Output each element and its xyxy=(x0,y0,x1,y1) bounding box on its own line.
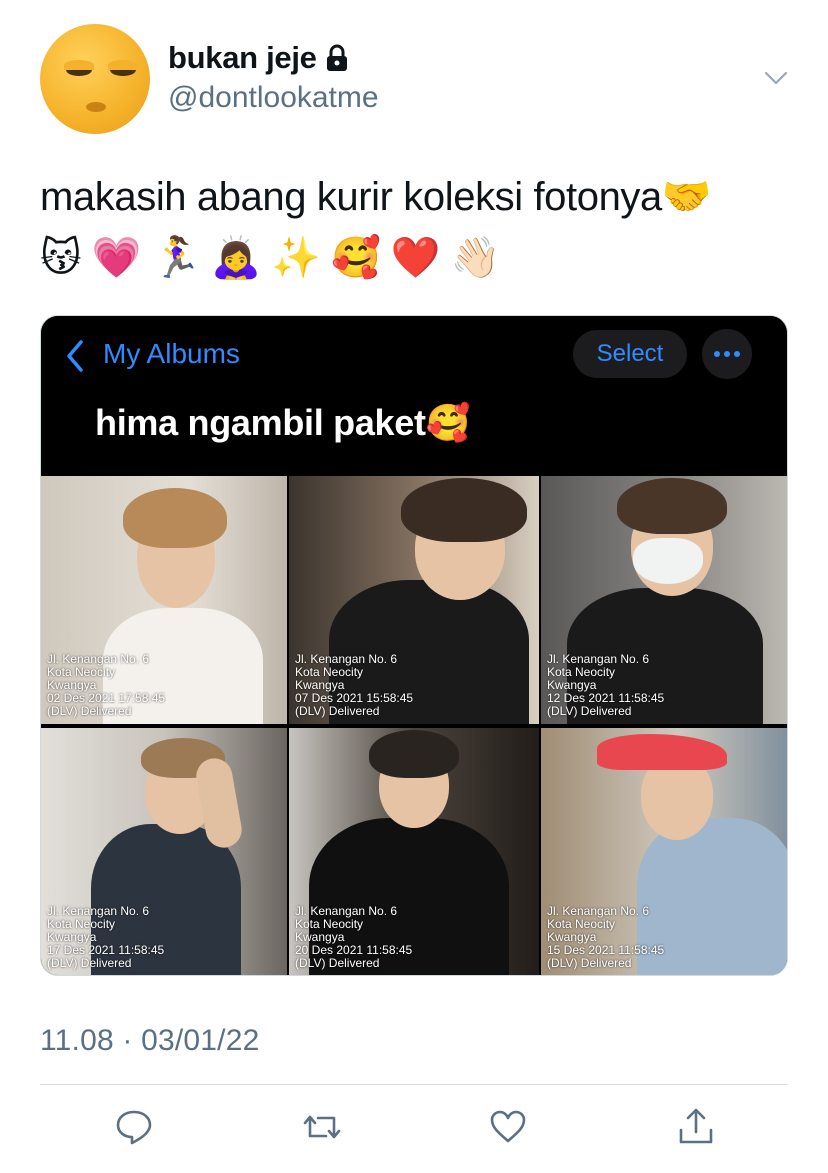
photo-grid: Jl. Kenangan No. 6 Kota Neocity Kwangya 02 … xyxy=(41,476,787,975)
person-hair xyxy=(401,478,527,542)
share-icon[interactable] xyxy=(676,1106,716,1148)
photo-caption: Jl. Kenangan No. 6 Kota Neocity Kwangya 15 … xyxy=(547,904,665,970)
avatar[interactable] xyxy=(40,24,150,134)
photo-caption: Jl. Kenangan No. 6 Kota Neocity Kwangya 02 … xyxy=(47,652,166,718)
photo-thumbnail[interactable]: Jl. Kenangan No. 6 Kota Neocity Kwangya 02 … xyxy=(41,476,287,724)
emoji: 🙇‍♀️ xyxy=(211,236,262,280)
tweet-timestamp[interactable]: 11.08 · 03/01/22 xyxy=(40,1024,259,1058)
photo-thumbnail[interactable]: Jl. Kenangan No. 6 Kota Neocity Kwangya 15 … xyxy=(541,728,787,975)
emoji: 😽 xyxy=(40,236,82,280)
select-button[interactable]: Select xyxy=(573,330,687,378)
chevron-down-icon[interactable] xyxy=(762,66,790,90)
emoji: 🥰 xyxy=(330,236,381,280)
avatar-mouth xyxy=(86,102,106,112)
display-name-row[interactable]: bukan jeje xyxy=(168,40,349,76)
emoji: 👋🏻 xyxy=(450,236,501,280)
photo-caption: Jl. Kenangan No. 6 Kota Neocity Kwangya 20 … xyxy=(295,904,413,970)
person-hair xyxy=(369,730,459,778)
divider xyxy=(40,1084,788,1085)
face-mask xyxy=(633,538,703,584)
lock-icon xyxy=(326,44,347,71)
album-back-link[interactable]: My Albums xyxy=(103,338,240,370)
user-handle[interactable]: @dontlookatme xyxy=(168,81,379,115)
photo-thumbnail[interactable]: Jl. Kenangan No. 6 Kota Neocity Kwangya 07 … xyxy=(289,476,539,724)
tweet-text: makasih abang kurir koleksi fotonya🤝 xyxy=(40,175,712,219)
photo-thumbnail[interactable]: Jl. Kenangan No. 6 Kota Neocity Kwangya 20 … xyxy=(289,728,539,975)
emoji-line: 😽 💗 🏃‍♀️ 🙇‍♀️ ✨ 🥰 ❤️ 👋🏻 xyxy=(40,232,500,284)
photo-caption: Jl. Kenangan No. 6 Kota Neocity Kwangya 17 … xyxy=(47,904,165,970)
ellipsis-icon[interactable] xyxy=(702,329,752,379)
emoji: 💗 xyxy=(91,236,142,280)
photo-thumbnail[interactable]: Jl. Kenangan No. 6 Kota Neocity Kwangya 12 … xyxy=(541,476,787,724)
avatar-lid-right xyxy=(108,60,138,70)
photo-thumbnail[interactable]: Jl. Kenangan No. 6 Kota Neocity Kwangya 17 … xyxy=(41,728,287,975)
emoji: 🏃‍♀️ xyxy=(151,236,202,280)
tweet-media-image[interactable]: My Albums Select hima ngambil paket🥰 Jl.… xyxy=(40,315,788,976)
like-icon[interactable] xyxy=(488,1106,528,1148)
retweet-icon[interactable] xyxy=(302,1106,342,1148)
person-hair xyxy=(123,488,227,548)
chevron-left-icon[interactable] xyxy=(63,338,87,374)
avatar-lid-left xyxy=(64,60,94,70)
album-header: My Albums Select hima ngambil paket🥰 xyxy=(41,316,787,476)
emoji: ✨ xyxy=(271,236,321,280)
reply-icon[interactable] xyxy=(114,1106,154,1148)
photo-caption: Jl. Kenangan No. 6 Kota Neocity Kwangya 07 … xyxy=(295,652,414,718)
display-name[interactable]: bukan jeje xyxy=(168,40,317,76)
person-hair xyxy=(617,478,727,534)
emoji: ❤️ xyxy=(390,236,441,280)
album-title: hima ngambil paket🥰 xyxy=(95,402,471,443)
photo-caption: Jl. Kenangan No. 6 Kota Neocity Kwangya 12 … xyxy=(547,652,665,718)
